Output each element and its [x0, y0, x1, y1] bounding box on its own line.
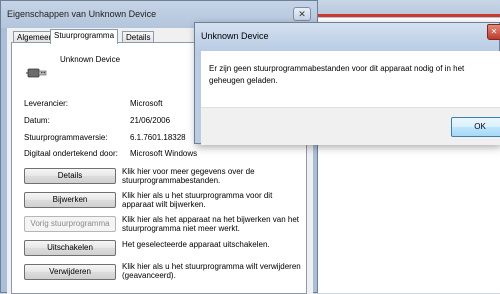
date-label: Datum: — [24, 116, 50, 125]
date-value: 21/06/2006 — [130, 116, 171, 125]
uninstall-driver-description: Klik hier als u het stuurprogramma wilt … — [122, 262, 301, 280]
vendor-value: Microsoft — [130, 99, 163, 108]
digital-signer-label: Digitaal ondertekend door: — [24, 149, 118, 158]
properties-close-button[interactable]: ✕ — [293, 7, 311, 21]
disable-device-description: Het geselecteerde apparaat uitschakelen. — [122, 240, 270, 249]
dialog-titlebar: Unknown Device ✕ — [195, 23, 500, 51]
driver-details-description: Klik hier voor meer gegevens over de stu… — [122, 167, 255, 185]
dialog-footer: OK — [201, 107, 500, 145]
driver-details-button[interactable]: Details — [24, 168, 116, 184]
update-driver-button[interactable]: Bijwerken — [24, 192, 116, 208]
usb-device-icon — [26, 68, 47, 78]
roll-back-driver-button[interactable]: Vorig stuurprogramma — [24, 216, 116, 232]
tab-stuurprogramma[interactable]: Stuurprogramma — [50, 29, 119, 44]
dialog-message: Er zijn geen stuurprogrammabestanden voo… — [209, 64, 465, 85]
dialog-title: Unknown Device — [201, 31, 269, 41]
properties-window-title: Eigenschappen van Unknown Device — [7, 9, 157, 19]
driver-version-label: Stuurprogrammaversie: — [24, 133, 108, 142]
driver-version-value: 6.1.7601.18328 — [130, 133, 186, 142]
device-name: Unknown Device — [60, 55, 121, 64]
vendor-label: Leverancier: — [24, 99, 69, 108]
background-window-accent — [318, 14, 500, 17]
dialog-close-button[interactable]: ✕ — [487, 24, 500, 40]
unknown-device-dialog: Unknown Device ✕ Er zijn geen stuurprogr… — [194, 22, 500, 145]
uninstall-driver-button[interactable]: Verwijderen — [24, 264, 116, 280]
update-driver-description: Klik hier als u het stuurprogramma voor … — [122, 191, 273, 209]
disable-device-button[interactable]: Uitschakelen — [24, 240, 116, 256]
dialog-content: Er zijn geen stuurprogrammabestanden voo… — [201, 51, 500, 145]
roll-back-driver-description: Klik hier als het apparaat na het bijwer… — [122, 215, 299, 233]
ok-button[interactable]: OK — [451, 117, 500, 137]
digital-signer-value: Microsoft Windows — [130, 149, 198, 158]
